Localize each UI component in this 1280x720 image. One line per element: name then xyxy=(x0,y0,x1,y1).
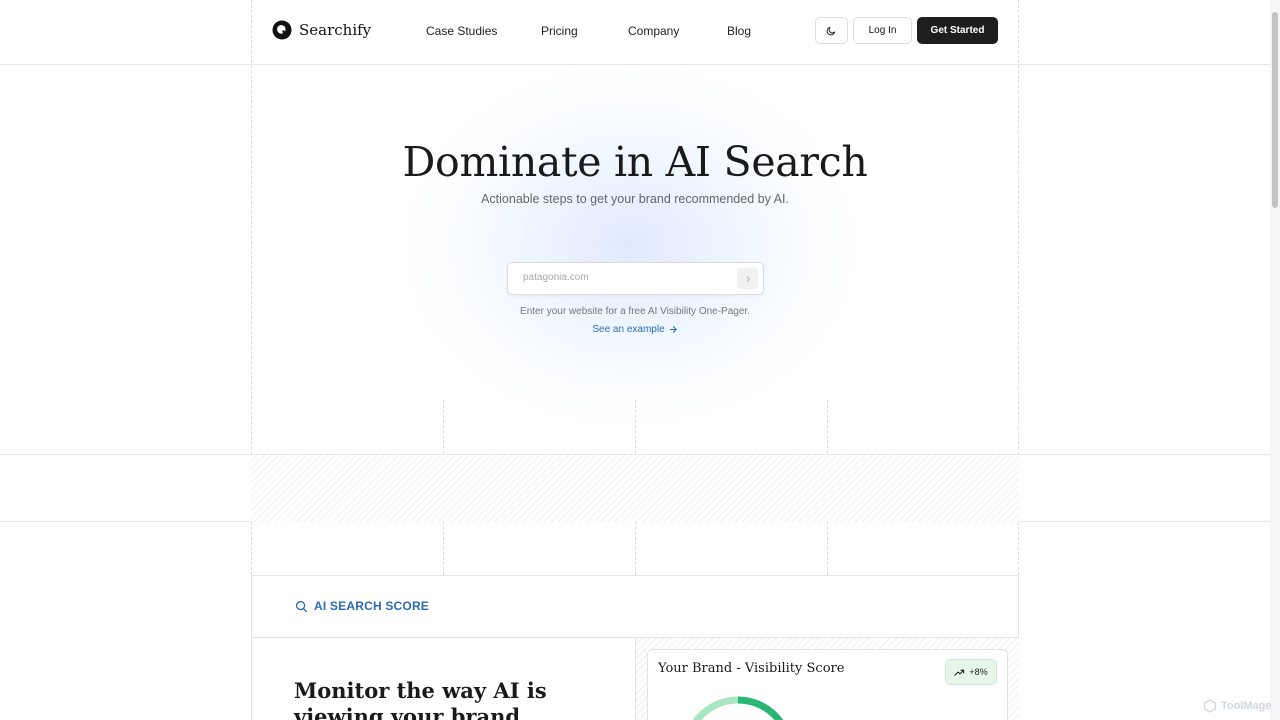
scrollbar-thumb[interactable] xyxy=(1272,12,1278,208)
watermark-text: ToolMage xyxy=(1221,700,1272,712)
nav-case-studies[interactable]: Case Studies xyxy=(426,24,497,38)
watermark-logo-icon xyxy=(1203,699,1217,713)
striped-band xyxy=(251,455,1019,522)
moon-icon xyxy=(826,26,836,36)
site-header: Searchify Case Studies Pricing Company B… xyxy=(0,0,1270,64)
hero-title: Dominate in AI Search xyxy=(402,138,868,186)
see-example-link[interactable]: See an example xyxy=(592,324,677,335)
hero-glow xyxy=(405,65,855,425)
arrow-right-icon xyxy=(669,326,677,333)
change-badge: +8% xyxy=(945,659,997,685)
card-title: Your Brand - Visibility Score xyxy=(658,661,845,676)
searchify-logo-icon xyxy=(272,20,292,40)
login-button[interactable]: Log In xyxy=(853,17,912,44)
visibility-score-card: Your Brand - Visibility Score +8% xyxy=(647,649,1008,720)
hero-subtitle: Actionable steps to get your brand recom… xyxy=(481,192,789,206)
watermark: ToolMage xyxy=(1203,699,1272,713)
example-link-row: See an example xyxy=(0,324,1270,335)
see-example-label: See an example xyxy=(592,324,665,335)
brand-logo[interactable]: Searchify xyxy=(272,20,371,40)
website-search-box xyxy=(507,262,764,295)
visibility-gauge xyxy=(692,696,784,720)
trending-up-icon xyxy=(954,669,965,676)
monitor-heading: Monitor the way AI is viewing your brand xyxy=(294,678,547,720)
chevron-right-icon xyxy=(746,275,750,282)
nav-blog[interactable]: Blog xyxy=(727,24,751,38)
score-section-label: AI SEARCH SCORE xyxy=(295,599,429,613)
score-label-text: AI SEARCH SCORE xyxy=(314,599,430,613)
theme-toggle-button[interactable] xyxy=(815,17,848,44)
search-icon xyxy=(295,600,308,612)
search-hint: Enter your website for a free AI Visibil… xyxy=(520,306,750,317)
website-input[interactable] xyxy=(523,272,723,283)
submit-button[interactable] xyxy=(737,268,758,289)
get-started-button[interactable]: Get Started xyxy=(917,17,998,44)
nav-company[interactable]: Company xyxy=(628,24,679,38)
nav-pricing[interactable]: Pricing xyxy=(541,24,578,38)
change-value: +8% xyxy=(969,667,988,677)
brand-name: Searchify xyxy=(299,21,372,39)
